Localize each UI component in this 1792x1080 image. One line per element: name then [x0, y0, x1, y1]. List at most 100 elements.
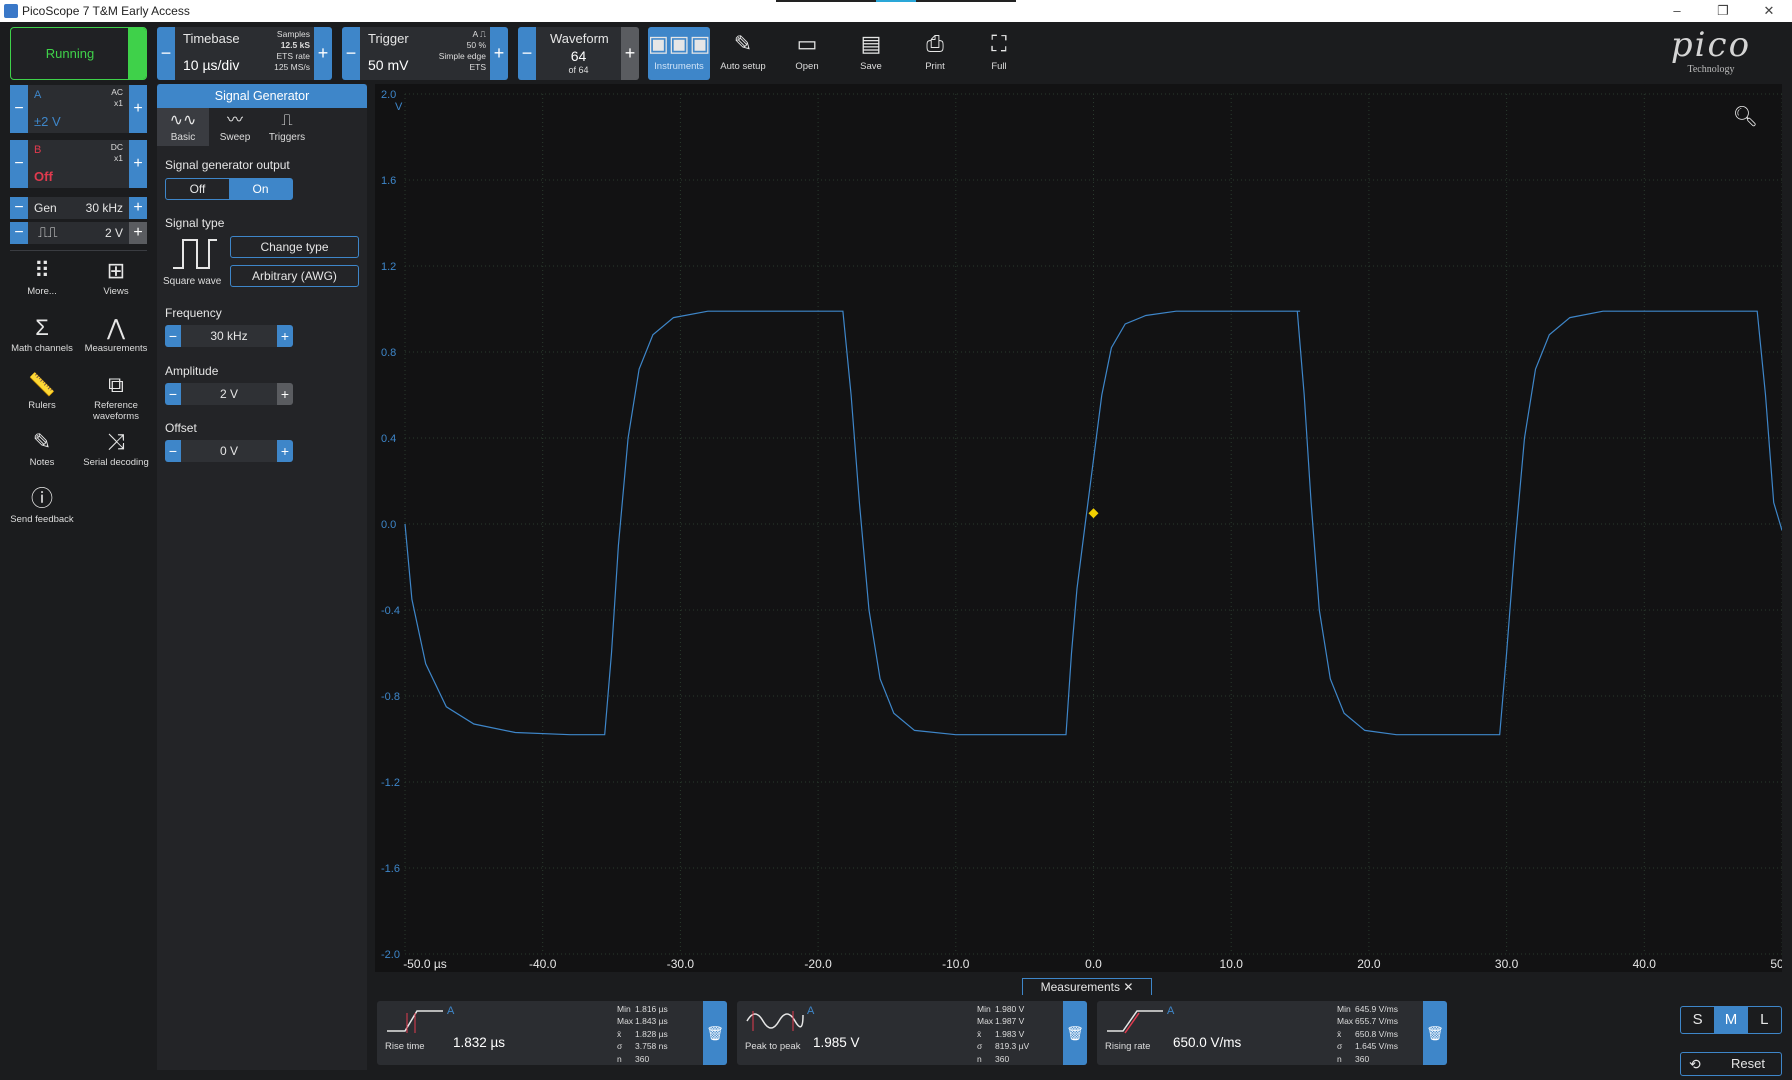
views-icon: ⊞ [106, 258, 126, 283]
arbitrary-awg-button[interactable]: Arbitrary (AWG) [230, 265, 359, 287]
tab-triggers[interactable]: ⎍ Triggers [261, 108, 313, 146]
amplitude-increase-button[interactable]: + [277, 383, 293, 405]
serial-decoding-button[interactable]: ⤨ Serial decoding [81, 427, 151, 468]
frequency-increase-button[interactable]: + [277, 325, 293, 347]
scope-view[interactable]: -50.0 µs -40.0 -30.0 -20.0 -10.0 0.0 10.0 20.0 3… [375, 84, 1782, 972]
x-tick-label: 30.0 [1495, 957, 1519, 971]
close-icon[interactable]: ✕ [1746, 0, 1792, 22]
run-indicator [128, 28, 146, 79]
measurement-rising-rate[interactable]: A Rising rate 650.0 V/ms Min 645.9 V/ms M… [1097, 1001, 1447, 1065]
instruments-icon: ▣▣▣ [648, 31, 711, 56]
math-channels-button[interactable]: Σ Math channels [7, 313, 77, 354]
x-tick-label: -10.0 [942, 957, 970, 971]
amplitude-stepper: − 2 V + [165, 383, 293, 405]
y-tick-label: -1.2 [381, 777, 400, 789]
channel-a-increase-button[interactable]: + [129, 85, 147, 133]
full-label: Full [991, 61, 1007, 72]
reference-waveforms-button[interactable]: ⧉ Reference waveforms [81, 370, 151, 422]
offset-label: Offset [165, 421, 197, 435]
gen-amplitude-increase-button[interactable]: + [129, 222, 147, 244]
instruments-label: Instruments [654, 61, 704, 72]
offset-decrease-button[interactable]: − [165, 440, 181, 462]
channel-b-range: Off [34, 169, 53, 184]
reset-button[interactable]: ⟲ Reset [1680, 1052, 1782, 1076]
views-button[interactable]: ⊞ Views [81, 256, 151, 297]
waveform-chart[interactable]: -50.0 µs -40.0 -30.0 -20.0 -10.0 0.0 10.0 20.0 3… [375, 84, 1782, 972]
save-button[interactable]: ▤ Save [840, 27, 902, 80]
frequency-decrease-button[interactable]: − [165, 325, 181, 347]
timebase-increase-button[interactable]: + [314, 27, 332, 80]
tab-basic[interactable]: ∿∿ Basic [157, 108, 209, 146]
print-button[interactable]: ⎙ Print [904, 27, 966, 80]
zoom-icon[interactable]: 🔍︎ [1733, 104, 1758, 129]
magic-wand-icon: ✎ [733, 31, 753, 56]
delete-measurement-button[interactable]: 🗑︎ [1063, 1001, 1087, 1065]
close-measurements-icon[interactable]: ✕ [1123, 980, 1133, 994]
x-tick-label: -40.0 [529, 957, 557, 971]
trigger-value: 50 mV [368, 57, 409, 73]
full-screen-button[interactable]: ⛶ Full [968, 27, 1030, 80]
measurement-rise-time[interactable]: A Rise time 1.832 µs Min 1.816 µs Max 1.84… [377, 1001, 727, 1065]
ruler-icon: 📏 [28, 372, 56, 397]
feedback-icon: ⓘ [30, 486, 53, 511]
run-stop-button[interactable]: Running [10, 27, 147, 80]
restore-icon[interactable]: ❐ [1700, 0, 1746, 22]
amplitude-decrease-button[interactable]: − [165, 383, 181, 405]
delete-measurement-button[interactable]: 🗑︎ [703, 1001, 727, 1065]
gen-frequency-increase-button[interactable]: + [129, 197, 147, 219]
amplitude-label: Amplitude [165, 364, 219, 378]
folder-icon: ▭ [796, 31, 818, 56]
rulers-button[interactable]: 📏 Rulers [7, 370, 77, 411]
measurements-tab[interactable]: Measurements ✕ [1022, 978, 1152, 995]
gen-frequency: 30 kHz [85, 201, 123, 215]
y-tick-label: 0.8 [381, 347, 396, 359]
channel-a-decrease-button[interactable]: − [10, 85, 28, 133]
gen-frequency-control[interactable]: − Gen 30 kHz + [10, 197, 147, 219]
waveform-next-button[interactable]: + [621, 27, 639, 80]
size-medium-button[interactable]: M [1714, 1007, 1748, 1033]
more-button[interactable]: ⠿ More... [7, 256, 77, 297]
x-tick-label: 10.0 [1220, 957, 1244, 971]
waveform-count: of 64 [568, 65, 589, 75]
measurements-button[interactable]: ⋀ Measurements [81, 313, 151, 354]
sigma-icon: Σ [35, 315, 49, 340]
channel-a-control[interactable]: − A AC x1 ±2 V + [10, 85, 147, 133]
measurement-peak-to-peak[interactable]: A Peak to peak 1.985 V Min 1.980 V Max 1.9… [737, 1001, 1087, 1065]
minimize-icon[interactable]: – [1654, 0, 1700, 22]
square-wave-icon: ⎍⎍ [38, 224, 58, 240]
sine-wave-icon: ∿∿ [169, 112, 197, 129]
tab-sweep[interactable]: 〰 Sweep [209, 108, 261, 146]
notes-button[interactable]: ✎ Notes [7, 427, 77, 468]
offset-increase-button[interactable]: + [277, 440, 293, 462]
x-tick-label: 20.0 [1357, 957, 1381, 971]
instruments-button[interactable]: ▣▣▣ Instruments [648, 27, 710, 80]
gen-amplitude-decrease-button[interactable]: − [10, 222, 28, 244]
trigger-decrease-button[interactable]: − [342, 27, 360, 80]
channel-b-control[interactable]: − B DC x1 Off + [10, 140, 147, 188]
channel-b-decrease-button[interactable]: − [10, 140, 28, 188]
amplitude-input[interactable]: 2 V [181, 383, 277, 405]
offset-input[interactable]: 0 V [181, 440, 277, 462]
waveform-previous-button[interactable]: − [518, 27, 536, 80]
trash-icon: 🗑︎ [1066, 1025, 1084, 1041]
timebase-decrease-button[interactable]: − [157, 27, 175, 80]
size-small-button[interactable]: S [1681, 1007, 1714, 1033]
frequency-input[interactable]: 30 kHz [181, 325, 277, 347]
channel-a-name: A [34, 89, 42, 101]
trigger-increase-button[interactable]: + [490, 27, 508, 80]
delete-measurement-button[interactable]: 🗑︎ [1423, 1001, 1447, 1065]
output-on-option[interactable]: On [229, 179, 292, 199]
trigger-control: − Trigger 50 mV A ⎍ 50 % Simple edge ETS… [342, 27, 508, 80]
auto-setup-button[interactable]: ✎ Auto setup [712, 27, 774, 80]
gen-frequency-decrease-button[interactable]: − [10, 197, 28, 219]
gen-amplitude-control[interactable]: − ⎍⎍ 2 V + [10, 222, 147, 244]
change-type-button[interactable]: Change type [230, 236, 359, 258]
output-off-option[interactable]: Off [166, 179, 229, 199]
pico-technology-logo: pico Technology [1670, 25, 1752, 75]
send-feedback-button[interactable]: ⓘ Send feedback [7, 484, 77, 525]
trigger-label: Trigger [368, 31, 409, 46]
trash-icon: 🗑︎ [706, 1025, 724, 1041]
channel-b-increase-button[interactable]: + [129, 140, 147, 188]
open-button[interactable]: ▭ Open [776, 27, 838, 80]
size-large-button[interactable]: L [1748, 1007, 1781, 1033]
